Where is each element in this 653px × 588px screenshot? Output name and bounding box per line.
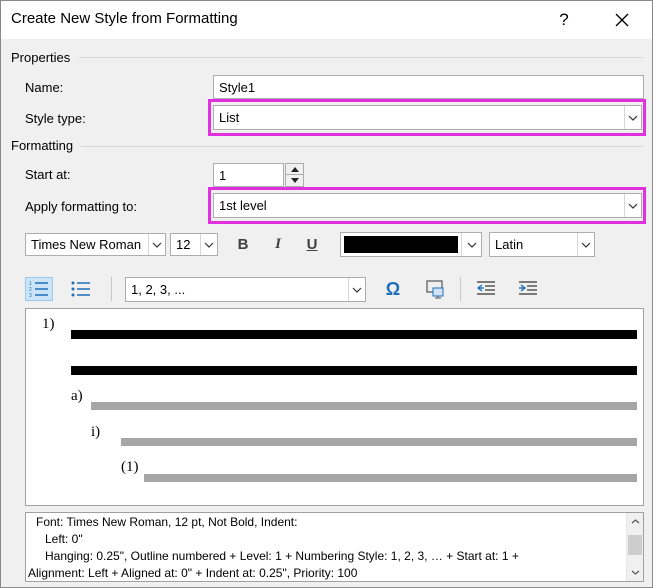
spin-down-icon[interactable] xyxy=(286,175,303,186)
description-line: Hanging: 0.25", Outline numbered + Level… xyxy=(45,549,519,563)
formatting-divider xyxy=(81,146,643,147)
properties-section-label: Properties xyxy=(11,50,71,65)
description-line: Alignment: Left + Aligned at: 0" + Inden… xyxy=(28,566,358,580)
close-button[interactable] xyxy=(599,1,645,39)
create-style-dialog: Create New Style from Formatting ? Prope… xyxy=(0,0,653,588)
chevron-down-icon xyxy=(200,234,217,255)
preview-level4-text xyxy=(144,474,637,482)
style-type-value: List xyxy=(219,110,240,125)
name-input[interactable]: Style1 xyxy=(213,75,644,99)
formatting-section-label: Formatting xyxy=(11,138,74,153)
script-select[interactable]: Latin xyxy=(489,232,595,257)
style-type-label: Style type: xyxy=(25,111,86,126)
name-input-value: Style1 xyxy=(219,79,256,95)
decrease-indent-icon xyxy=(476,281,495,295)
title-bar: Create New Style from Formatting ? xyxy=(1,1,652,39)
style-preview-pane: 1) a) i) (1) xyxy=(25,308,644,506)
numbering-style-value: 1, 2, 3, ... xyxy=(131,282,186,297)
apply-formatting-value: 1st level xyxy=(219,198,267,213)
increase-indent-button[interactable] xyxy=(515,278,541,300)
font-color-swatch xyxy=(344,236,458,253)
underline-button[interactable]: U xyxy=(300,233,324,255)
insert-symbol-button[interactable]: Ω xyxy=(380,278,406,300)
help-button[interactable]: ? xyxy=(541,1,587,39)
preview-level1-text xyxy=(71,366,637,375)
font-name-select[interactable]: Times New Roman xyxy=(25,233,166,256)
apply-formatting-label: Apply formatting to: xyxy=(25,199,137,214)
close-icon xyxy=(615,13,629,27)
bulleted-list-icon xyxy=(71,281,90,297)
scroll-down-icon[interactable] xyxy=(627,564,643,581)
numbering-style-select[interactable]: 1, 2, 3, ... xyxy=(125,277,366,302)
italic-button[interactable]: I xyxy=(266,233,290,255)
preview-level3-number: i) xyxy=(91,424,101,440)
picture-icon xyxy=(426,280,444,299)
numbering-button[interactable]: 1 2 3 xyxy=(25,277,53,301)
style-description: Font: Times New Roman, 12 pt, Not Bold, … xyxy=(25,512,644,582)
chevron-down-icon xyxy=(577,233,594,256)
preview-level2-number: a) xyxy=(71,388,83,404)
apply-formatting-select[interactable]: 1st level xyxy=(213,193,642,218)
svg-text:3: 3 xyxy=(29,293,32,298)
scrollbar-thumb[interactable] xyxy=(628,535,642,555)
font-name-value: Times New Roman xyxy=(31,237,142,252)
properties-divider xyxy=(79,57,643,58)
script-value: Latin xyxy=(495,237,524,252)
preview-level2-text xyxy=(91,402,637,410)
description-line: Font: Times New Roman, 12 pt, Not Bold, … xyxy=(36,515,298,529)
chevron-down-icon xyxy=(148,234,165,255)
bullets-button[interactable] xyxy=(67,277,95,301)
font-color-select[interactable] xyxy=(340,232,482,257)
insert-picture-button[interactable] xyxy=(422,278,448,300)
start-at-spinner[interactable] xyxy=(285,163,304,187)
chevron-down-icon xyxy=(348,278,365,301)
spin-up-icon[interactable] xyxy=(286,164,303,175)
numbered-list-icon: 1 2 3 xyxy=(29,281,48,298)
bold-button[interactable]: B xyxy=(231,233,255,255)
start-at-input[interactable]: 1 xyxy=(213,163,284,187)
preview-level3-text xyxy=(121,438,637,446)
toolbar-separator xyxy=(111,277,112,301)
toolbar-separator xyxy=(460,277,461,301)
font-size-value: 12 xyxy=(176,237,191,252)
chevron-down-icon xyxy=(624,194,641,217)
description-line: Left: 0" xyxy=(45,532,83,546)
chevron-down-icon xyxy=(461,233,481,256)
start-at-label: Start at: xyxy=(25,167,71,182)
preview-level1-text xyxy=(71,330,637,339)
start-at-value: 1 xyxy=(219,167,227,183)
font-size-select[interactable]: 12 xyxy=(170,233,218,256)
preview-level4-number: (1) xyxy=(121,459,139,475)
dialog-title: Create New Style from Formatting xyxy=(11,10,238,27)
increase-indent-icon xyxy=(519,281,537,295)
decrease-indent-button[interactable] xyxy=(473,278,499,300)
preview-level1-number: 1) xyxy=(42,316,55,332)
name-label: Name: xyxy=(25,80,64,95)
style-type-select[interactable]: List xyxy=(213,105,642,130)
chevron-down-icon xyxy=(624,106,641,129)
description-scrollbar[interactable] xyxy=(626,513,643,581)
scroll-up-icon[interactable] xyxy=(627,513,643,530)
